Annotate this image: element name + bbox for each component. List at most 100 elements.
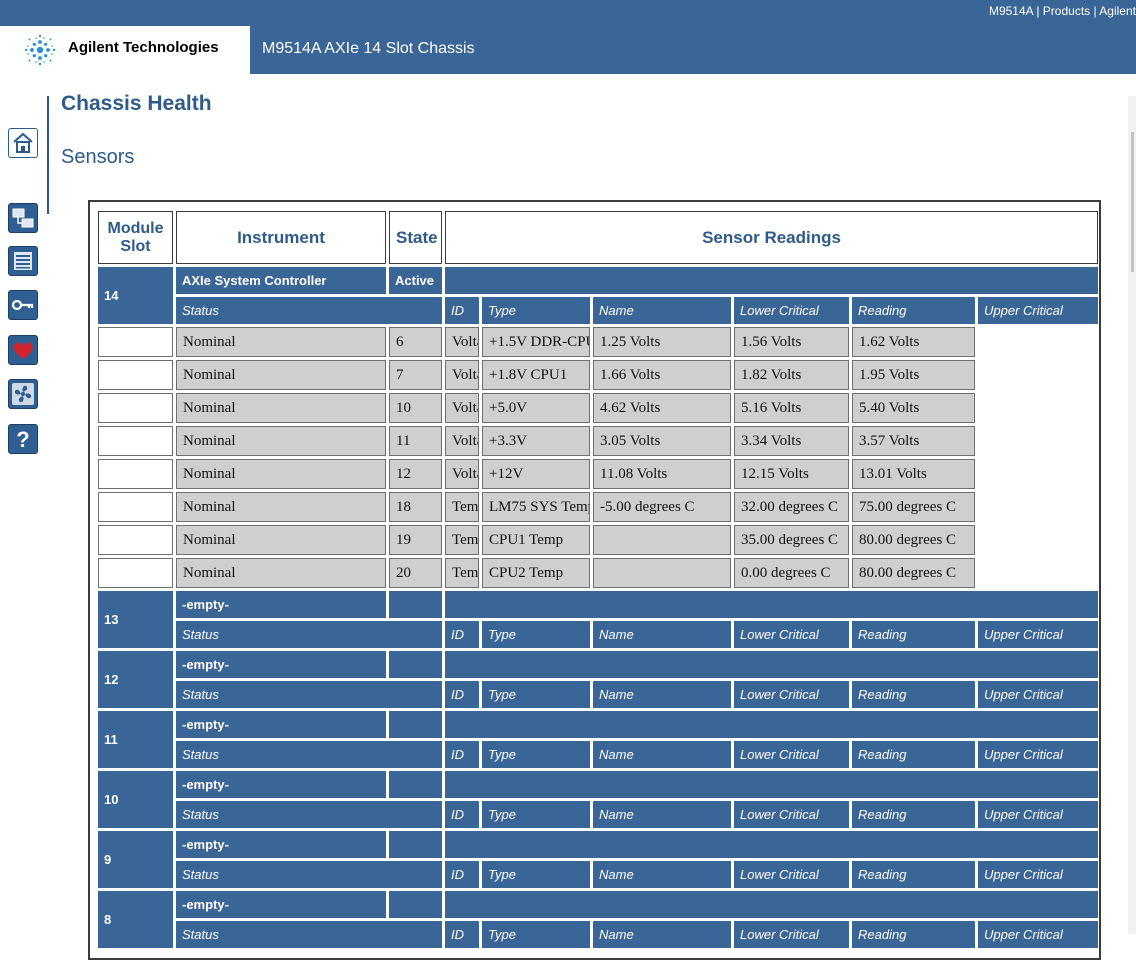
- subheader-lower-critical: Lower Critical: [734, 621, 849, 648]
- module-slot-number: 8: [98, 891, 173, 948]
- module-row: 10 -empty-: [98, 771, 1099, 828]
- sensor-id: 12: [389, 459, 442, 489]
- nav-rail: [47, 96, 49, 214]
- nav-home-button[interactable]: [8, 128, 38, 158]
- sensor-name: +12V: [482, 459, 590, 489]
- sensor-upper-critical: 5.40 Volts: [852, 393, 975, 423]
- subheader-reading: Reading: [852, 741, 975, 768]
- top-link-model[interactable]: M9514A: [989, 4, 1033, 18]
- subheader-reading: Reading: [852, 861, 975, 888]
- sensor-name: CPU1 Temp: [482, 525, 590, 555]
- sensor-status: Nominal: [176, 426, 386, 456]
- sensor-subheader-row: Status ID Type Name Lower Critical Reading Upp…: [98, 621, 1099, 648]
- subheader-id: ID: [445, 921, 479, 948]
- header-instrument: Instrument: [176, 211, 386, 264]
- subheader-status: Status: [176, 621, 442, 648]
- module-slot-number: 12: [98, 651, 173, 708]
- subheader-status: Status: [176, 297, 442, 324]
- sensor-lower-critical: 4.62 Volts: [593, 393, 731, 423]
- nav-health-button[interactable]: [8, 335, 38, 365]
- subheader-type: Type: [482, 861, 590, 888]
- subheader-status: Status: [176, 861, 442, 888]
- sensor-type: Voltage: [445, 426, 479, 456]
- sensor-status: Nominal: [176, 525, 386, 555]
- subheader-reading: Reading: [852, 621, 975, 648]
- sensor-id: 6: [389, 327, 442, 357]
- module-row: 9 -empty-: [98, 831, 1099, 888]
- subheader-upper-critical: Upper Critical: [978, 921, 1099, 948]
- sensor-row: Nominal10Voltage+5.0V4.62 Volts5.16 Volt…: [98, 393, 1098, 423]
- sensor-upper-critical: 80.00 degrees C: [852, 558, 975, 588]
- sensor-id: 19: [389, 525, 442, 555]
- subheader-upper-critical: Upper Critical: [978, 621, 1099, 648]
- sensor-row: Nominal18TemperatureLM75 SYS Temp-5.00 d…: [98, 492, 1098, 522]
- sensor-row-blank: [98, 459, 173, 489]
- module-slot-number: 9: [98, 831, 173, 888]
- module-instrument[interactable]: -empty-: [176, 831, 386, 858]
- svg-text:?: ?: [16, 427, 29, 451]
- key-icon: [11, 299, 34, 311]
- subheader-reading: Reading: [852, 801, 975, 828]
- sensor-status: Nominal: [176, 558, 386, 588]
- subheader-upper-critical: Upper Critical: [978, 681, 1099, 708]
- module-state: [389, 591, 442, 618]
- sensor-row-blank: [98, 327, 173, 357]
- sensor-lower-critical: 1.25 Volts: [593, 327, 731, 357]
- sensor-row: Nominal6Voltage+1.5V DDR-CPU11.25 Volts1…: [98, 327, 1098, 357]
- module-state: [389, 771, 442, 798]
- brand-logo[interactable]: Agilent Technologies: [0, 26, 250, 74]
- module-instrument[interactable]: -empty-: [176, 891, 386, 918]
- module-slot-number: 13: [98, 591, 173, 648]
- heart-icon: [13, 342, 33, 359]
- sensor-status: Nominal: [176, 327, 386, 357]
- scrollbar-thumb[interactable]: [1131, 132, 1134, 272]
- help-icon: ?: [16, 427, 29, 451]
- sensor-subheader-row: Status ID Type Name Lower Critical Reading Upp…: [98, 681, 1099, 708]
- module-readings-band: [445, 651, 1099, 678]
- module-instrument[interactable]: -empty-: [176, 651, 386, 678]
- module-instrument[interactable]: AXIe System Controller: [176, 267, 386, 294]
- sensor-status: Nominal: [176, 492, 386, 522]
- module-state: [389, 891, 442, 918]
- nav-modules-button[interactable]: [8, 246, 38, 276]
- sensor-row-blank: [98, 492, 173, 522]
- sensor-id: 11: [389, 426, 442, 456]
- subheader-lower-critical: Lower Critical: [734, 861, 849, 888]
- sensor-id: 20: [389, 558, 442, 588]
- module-instrument[interactable]: -empty-: [176, 771, 386, 798]
- module-list-icon: [14, 252, 32, 270]
- subheader-id: ID: [445, 801, 479, 828]
- nav-configuration-button[interactable]: [8, 203, 38, 233]
- module-state: [389, 711, 442, 738]
- sensor-reading: 3.34 Volts: [734, 426, 849, 456]
- subheader-type: Type: [482, 297, 590, 324]
- module-row: 11 -empty-: [98, 711, 1099, 768]
- module-instrument[interactable]: -empty-: [176, 591, 386, 618]
- home-icon: [13, 132, 33, 153]
- module-slot-number: 10: [98, 771, 173, 828]
- sensor-type: Voltage: [445, 459, 479, 489]
- sensor-reading: 35.00 degrees C: [734, 525, 849, 555]
- nav-security-button[interactable]: [8, 290, 38, 320]
- sensor-upper-critical: 1.95 Volts: [852, 360, 975, 390]
- subheader-upper-critical: Upper Critical: [978, 801, 1099, 828]
- sensor-lower-critical: [593, 558, 731, 588]
- module-readings-band: [445, 711, 1099, 738]
- subheader-type: Type: [482, 741, 590, 768]
- top-link-products[interactable]: Products: [1043, 4, 1090, 18]
- top-link-agilent[interactable]: Agilent: [1099, 4, 1136, 18]
- sensor-status: Nominal: [176, 393, 386, 423]
- module-instrument[interactable]: -empty-: [176, 711, 386, 738]
- sensor-row-blank: [98, 360, 173, 390]
- nav-help-button[interactable]: ?: [8, 424, 38, 454]
- sensor-type: Voltage: [445, 360, 479, 390]
- subheader-lower-critical: Lower Critical: [734, 681, 849, 708]
- subheader-name: Name: [593, 297, 731, 324]
- table-header-row: Module Slot Instrument State Sensor Read…: [98, 211, 1099, 264]
- module-slot-number: 14: [98, 267, 173, 324]
- nav-fans-button[interactable]: [8, 379, 38, 409]
- sensor-reading: 1.56 Volts: [734, 327, 849, 357]
- sensor-reading: 5.16 Volts: [734, 393, 849, 423]
- subheader-type: Type: [482, 921, 590, 948]
- sensor-id: 7: [389, 360, 442, 390]
